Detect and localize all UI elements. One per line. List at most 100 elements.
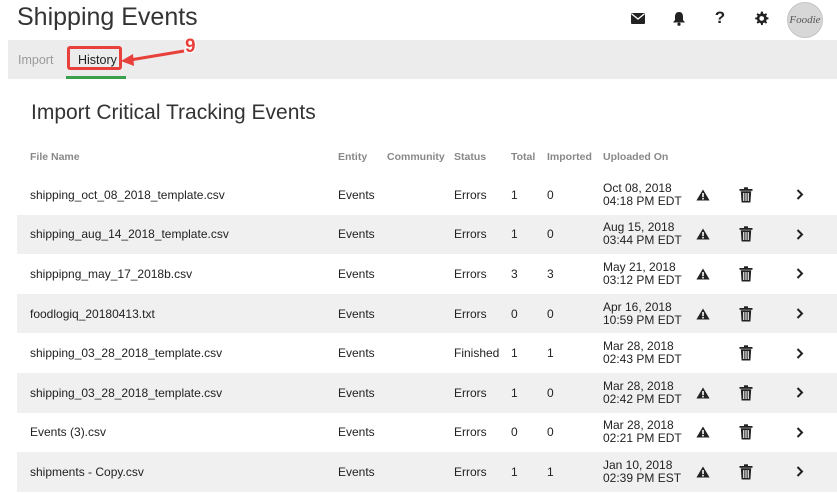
trash-icon[interactable] [739, 373, 753, 413]
tab-import[interactable]: Import [18, 53, 53, 67]
total-count: 1 [511, 385, 518, 400]
table-row[interactable]: shippipng_may_17_2018b.csv Events Errors 3 3… [17, 254, 837, 294]
table-row[interactable]: shipping_03_28_2018_template.csv Events Er… [17, 372, 837, 413]
total-count: 1 [511, 346, 518, 361]
warning-icon[interactable] [696, 254, 710, 294]
file-name: foodlogiq_20180413.txt [30, 306, 155, 321]
imported-count: 1 [547, 346, 554, 361]
column-header-entity[interactable]: Entity [338, 151, 367, 163]
status: Errors [454, 385, 487, 400]
status: Errors [454, 425, 487, 440]
total-count: 0 [511, 425, 518, 440]
avatar-label: Foodie [789, 14, 821, 26]
uploaded-on: Mar 28, 2018 02:43 PM EDT [603, 333, 682, 373]
status: Errors [454, 227, 487, 242]
status: Errors [454, 306, 487, 321]
table-row[interactable]: foodlogiq_20180413.txt Events Errors 0 0 Apr … [17, 293, 837, 334]
table-row[interactable]: shipping_03_28_2018_template.csv Events Fi… [17, 333, 837, 373]
chevron-right-icon[interactable] [796, 294, 804, 334]
uploaded-time: 10:59 PM EDT [603, 312, 682, 327]
envelope-icon[interactable] [627, 9, 649, 27]
imported-count: 0 [547, 385, 554, 400]
status: Finished [454, 346, 500, 361]
trash-icon[interactable] [739, 294, 753, 334]
uploaded-time: 02:43 PM EDT [603, 352, 682, 367]
entity: Events [338, 425, 375, 440]
imported-count: 0 [547, 227, 554, 242]
imported-count: 3 [547, 266, 554, 281]
warning-icon[interactable] [696, 294, 710, 334]
table-row[interactable]: shipping_aug_14_2018_template.csv Events E… [17, 214, 837, 255]
imported-count: 0 [547, 425, 554, 440]
uploaded-on: Jan 10, 2018 02:39 PM EST [603, 452, 681, 492]
active-tab-indicator [66, 76, 126, 79]
callout-highlight-box [67, 46, 122, 70]
callout-number: 9 [185, 36, 196, 57]
status: Errors [454, 464, 487, 479]
file-name: shippipng_may_17_2018b.csv [30, 266, 193, 281]
warning-icon[interactable] [696, 413, 710, 453]
section-title: Import Critical Tracking Events [31, 101, 316, 124]
uploaded-on: Mar 28, 2018 02:42 PM EDT [603, 373, 682, 413]
uploaded-time: 03:44 PM EDT [603, 233, 682, 248]
table-row[interactable]: shipping_oct_08_2018_template.csv Events E… [17, 175, 837, 215]
total-count: 0 [511, 306, 518, 321]
trash-icon[interactable] [739, 452, 753, 492]
trash-icon[interactable] [739, 215, 753, 255]
entity: Events [338, 227, 375, 242]
gear-icon[interactable] [750, 9, 772, 27]
status: Errors [454, 187, 487, 202]
uploaded-time: 02:21 PM EDT [603, 431, 682, 446]
entity: Events [338, 346, 375, 361]
page-title: Shipping Events [17, 3, 198, 31]
imported-count: 0 [547, 306, 554, 321]
file-name: shipping_aug_14_2018_template.csv [30, 227, 229, 242]
uploaded-time: 02:42 PM EDT [603, 391, 682, 406]
chevron-right-icon[interactable] [796, 215, 804, 255]
trash-icon[interactable] [739, 333, 753, 373]
column-header-imported[interactable]: Imported [547, 151, 592, 163]
uploaded-on: May 21, 2018 03:12 PM EDT [603, 254, 682, 294]
trash-icon[interactable] [739, 175, 753, 215]
trash-icon[interactable] [739, 254, 753, 294]
chevron-right-icon[interactable] [796, 452, 804, 492]
chevron-right-icon[interactable] [796, 254, 804, 294]
uploaded-date: Jan 10, 2018 [603, 457, 673, 472]
table-row[interactable]: shipments - Copy.csv Events Errors 1 1 Jan 10… [17, 452, 837, 492]
uploaded-on: Oct 08, 2018 04:18 PM EDT [603, 175, 682, 215]
column-header-file-name[interactable]: File Name [30, 151, 80, 163]
trash-icon[interactable] [739, 413, 753, 453]
column-header-uploaded-on[interactable]: Uploaded On [603, 151, 668, 163]
warning-icon[interactable] [696, 452, 710, 492]
total-count: 1 [511, 187, 518, 202]
total-count: 3 [511, 266, 518, 281]
chevron-right-icon[interactable] [796, 333, 804, 373]
column-header-community[interactable]: Community [387, 151, 445, 163]
uploaded-time: 04:18 PM EDT [603, 193, 682, 208]
uploaded-date: Oct 08, 2018 [603, 180, 672, 195]
uploaded-date: Mar 28, 2018 [603, 378, 674, 393]
warning-icon[interactable] [696, 373, 710, 413]
app-header: Shipping Events ? Foodie [0, 0, 837, 40]
uploaded-on: Apr 16, 2018 10:59 PM EDT [603, 294, 682, 334]
uploaded-date: Apr 16, 2018 [603, 299, 672, 314]
file-name: shipping_03_28_2018_template.csv [30, 385, 223, 400]
warning-icon[interactable] [696, 175, 710, 215]
question-icon[interactable]: ? [709, 8, 731, 27]
entity: Events [338, 306, 375, 321]
warning-icon[interactable] [696, 215, 710, 255]
column-header-status[interactable]: Status [454, 151, 486, 163]
bell-icon[interactable] [668, 9, 690, 27]
chevron-right-icon[interactable] [796, 413, 804, 453]
avatar[interactable]: Foodie [787, 2, 823, 38]
table-row[interactable]: Events (3).csv Events Errors 0 0 Mar 28, 2018… [17, 413, 837, 453]
chevron-right-icon[interactable] [796, 373, 804, 413]
file-name: shipping_03_28_2018_template.csv [30, 346, 223, 361]
entity: Events [338, 187, 375, 202]
file-name: shipments - Copy.csv [30, 464, 144, 479]
callout-arrow [121, 49, 185, 66]
file-name: shipping_oct_08_2018_template.csv [30, 187, 225, 202]
column-header-total[interactable]: Total [511, 151, 535, 163]
entity: Events [338, 385, 375, 400]
chevron-right-icon[interactable] [796, 175, 804, 215]
